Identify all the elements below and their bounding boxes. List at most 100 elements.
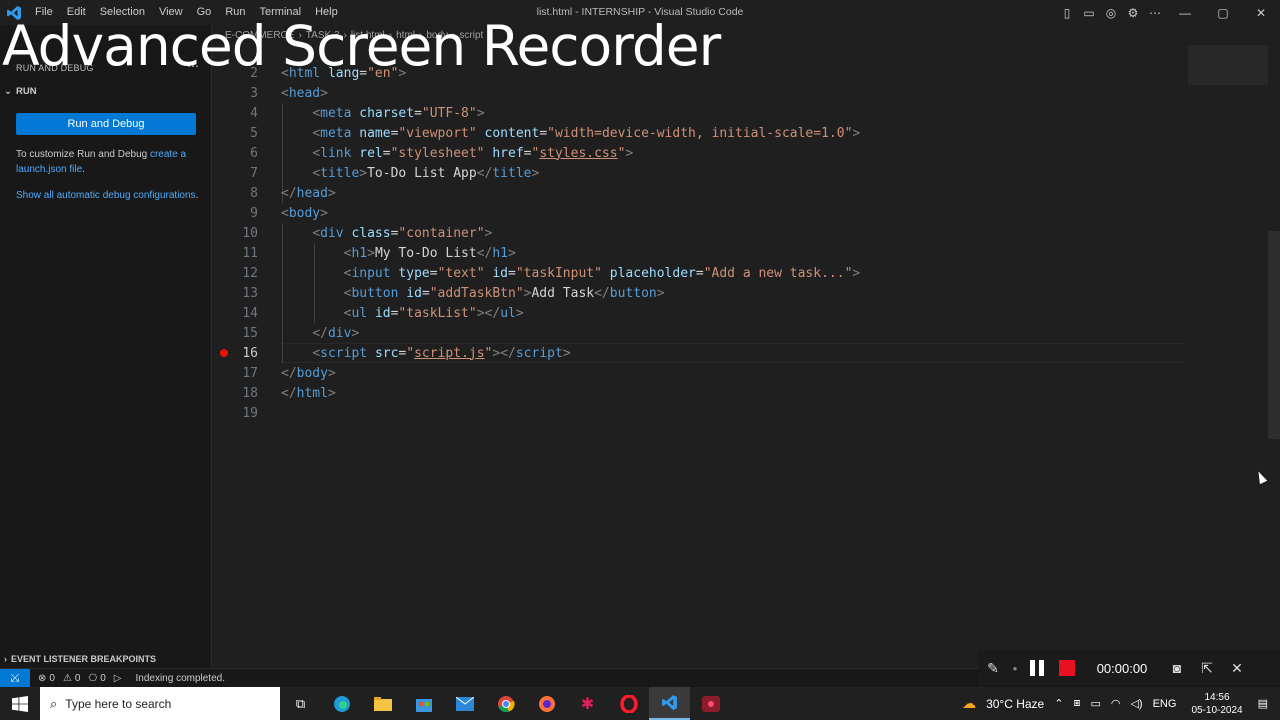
pen-icon[interactable]: ✎ xyxy=(978,650,1008,686)
line-number: 5 xyxy=(250,125,258,141)
code-text: <button id="addTaskBtn">Add Task</button… xyxy=(343,285,665,301)
screen-recorder-taskbar-icon[interactable] xyxy=(690,687,731,720)
code-line: 15 </div> xyxy=(213,323,1193,343)
code-line: 4 <meta charset="UTF-8"> xyxy=(213,103,1193,123)
notifications-icon[interactable]: ▤ xyxy=(1258,697,1268,710)
code-text: <div class="container"> xyxy=(312,225,493,241)
search-placeholder: Type here to search xyxy=(65,696,172,711)
line-number: 15 xyxy=(242,325,258,341)
code-text: <meta charset="UTF-8"> xyxy=(312,105,485,121)
export-icon[interactable]: ⇱ xyxy=(1192,650,1222,686)
toggle-panel-icon[interactable]: ▭ xyxy=(1078,0,1100,25)
run-section-header[interactable]: ⌄ RUN xyxy=(4,86,37,97)
line-number: 10 xyxy=(242,225,258,241)
code-editor[interactable]: 2 <html lang="en"> 3 <head> 4 <meta charse… xyxy=(213,45,1280,668)
mail-icon[interactable] xyxy=(444,687,485,720)
code-line: 12 <input type="text" id="taskInput" pla… xyxy=(213,263,1193,283)
ports-count[interactable]: 0 xyxy=(100,673,106,684)
run-section-label: RUN xyxy=(15,86,37,97)
show-all-tail: . xyxy=(195,190,199,201)
more-icon[interactable]: ⋯ xyxy=(1144,0,1166,25)
ports-icon[interactable]: ⎔ xyxy=(88,673,97,684)
pause-button[interactable] xyxy=(1022,650,1052,686)
clock-time: 14:56 xyxy=(1204,691,1230,703)
line-number: 13 xyxy=(242,285,258,301)
minimize-button[interactable]: — xyxy=(1166,0,1204,25)
editor-scrollbar[interactable] xyxy=(1268,231,1280,439)
customize-tail: . xyxy=(82,164,85,175)
run-and-debug-button[interactable]: Run and Debug xyxy=(16,113,196,135)
search-icon: ⌕ xyxy=(50,695,58,711)
recording-timer: 00:00:00 xyxy=(1096,660,1148,676)
close-icon[interactable]: ✕ xyxy=(1222,650,1252,686)
remote-icon[interactable]: ⤩ xyxy=(0,668,30,688)
opera-icon[interactable] xyxy=(608,687,649,720)
slack-icon[interactable]: ✱ xyxy=(567,687,608,720)
recorder-watermark: Advanced Screen Recorder xyxy=(2,14,721,78)
show-all-text: Show all automatic debug configurations. xyxy=(16,188,200,203)
file-explorer-icon[interactable] xyxy=(362,687,403,720)
stop-button[interactable] xyxy=(1052,650,1082,686)
code-line: 19 xyxy=(213,403,1193,423)
code-text: </head> xyxy=(281,185,336,201)
line-number: 19 xyxy=(242,405,258,421)
language-indicator[interactable]: ENG xyxy=(1153,698,1177,710)
code-text: <h1>My To-Do List</h1> xyxy=(343,245,516,261)
volume-icon[interactable]: ◁) xyxy=(1130,697,1142,710)
vscode-taskbar-icon[interactable] xyxy=(649,687,690,720)
maximize-button[interactable]: ▢ xyxy=(1204,0,1242,25)
gear-icon[interactable]: ⚙ xyxy=(1122,0,1144,25)
windows-taskbar: ⌕ Type here to search ⧉ ✱ ☁ 30°C Haze ⌃ … xyxy=(0,687,1280,720)
line-number: 8 xyxy=(250,185,258,201)
line-number: 17 xyxy=(242,365,258,381)
code-line: 14 <ul id="taskList"></ul> xyxy=(213,303,1193,323)
warning-count[interactable]: 0 xyxy=(75,673,81,684)
account-icon[interactable]: ◎ xyxy=(1100,0,1122,25)
code-line: 18 </html> xyxy=(213,383,1193,403)
task-view-icon[interactable]: ⧉ xyxy=(280,687,321,720)
chevron-down-icon: ⌄ xyxy=(4,86,12,97)
weather-text[interactable]: 30°C Haze xyxy=(986,697,1044,711)
store-icon[interactable] xyxy=(403,687,444,720)
code-text: </html> xyxy=(281,385,336,401)
minimap[interactable] xyxy=(1188,45,1268,85)
event-listener-breakpoints-section[interactable]: › EVENT LISTENER BREAKPOINTS xyxy=(4,654,156,664)
weather-icon[interactable]: ☁ xyxy=(962,695,976,712)
warning-icon[interactable]: ⚠ xyxy=(63,673,72,684)
code-text: <ul id="taskList"></ul> xyxy=(343,305,524,321)
wifi-icon[interactable]: ◠ xyxy=(1111,697,1121,710)
chevron-up-icon[interactable]: ⌃ xyxy=(1054,697,1063,710)
camera-tray-icon[interactable]: ⧆ xyxy=(1073,697,1080,710)
code-line: 10 <div class="container"> xyxy=(213,223,1193,243)
code-text: <title>To-Do List App</title> xyxy=(312,165,540,181)
chevron-right-icon: › xyxy=(4,654,7,664)
code-text: <meta name="viewport" content="width=dev… xyxy=(312,125,861,141)
code-line: 9 <body> xyxy=(213,203,1193,223)
battery-icon[interactable]: ▭ xyxy=(1090,697,1100,710)
code-line: 11 <h1>My To-Do List</h1> xyxy=(213,243,1193,263)
start-button[interactable] xyxy=(0,687,40,720)
firefox-icon[interactable] xyxy=(526,687,567,720)
line-number: 9 xyxy=(250,205,258,221)
show-automatic-configs-link[interactable]: Show all automatic debug configurations xyxy=(16,190,196,201)
dot-icon: ● xyxy=(1012,663,1018,673)
breakpoint-icon[interactable] xyxy=(220,349,228,357)
system-tray: ☁ 30°C Haze ⌃ ⧆ ▭ ◠ ◁) ENG 14:56 05-10-2… xyxy=(957,687,1280,720)
clock[interactable]: 14:56 05-10-2024 xyxy=(1191,691,1242,717)
chrome-icon[interactable] xyxy=(485,687,526,720)
debug-icon[interactable]: ▷ xyxy=(114,673,122,684)
toggle-sidebar-icon[interactable]: ▯ xyxy=(1056,0,1078,25)
error-icon[interactable]: ⊗ xyxy=(38,673,46,684)
title-actions: ▯ ▭ ◎ ⚙ ⋯ — ▢ ✕ xyxy=(1056,0,1280,25)
line-number: 18 xyxy=(242,385,258,401)
event-listener-breakpoints-label: EVENT LISTENER BREAKPOINTS xyxy=(11,654,157,664)
camera-icon[interactable]: ◙ xyxy=(1162,650,1192,686)
taskbar-search-box[interactable]: ⌕ Type here to search xyxy=(40,687,280,720)
code-line: 6 <link rel="stylesheet" href="styles.cs… xyxy=(213,143,1193,163)
edge-icon[interactable] xyxy=(321,687,362,720)
code-text: <body> xyxy=(281,205,328,221)
error-count[interactable]: 0 xyxy=(49,673,55,684)
clock-date: 05-10-2024 xyxy=(1191,704,1243,716)
code-text: <script src="script.js"></script> xyxy=(312,345,571,361)
close-button[interactable]: ✕ xyxy=(1242,0,1280,25)
